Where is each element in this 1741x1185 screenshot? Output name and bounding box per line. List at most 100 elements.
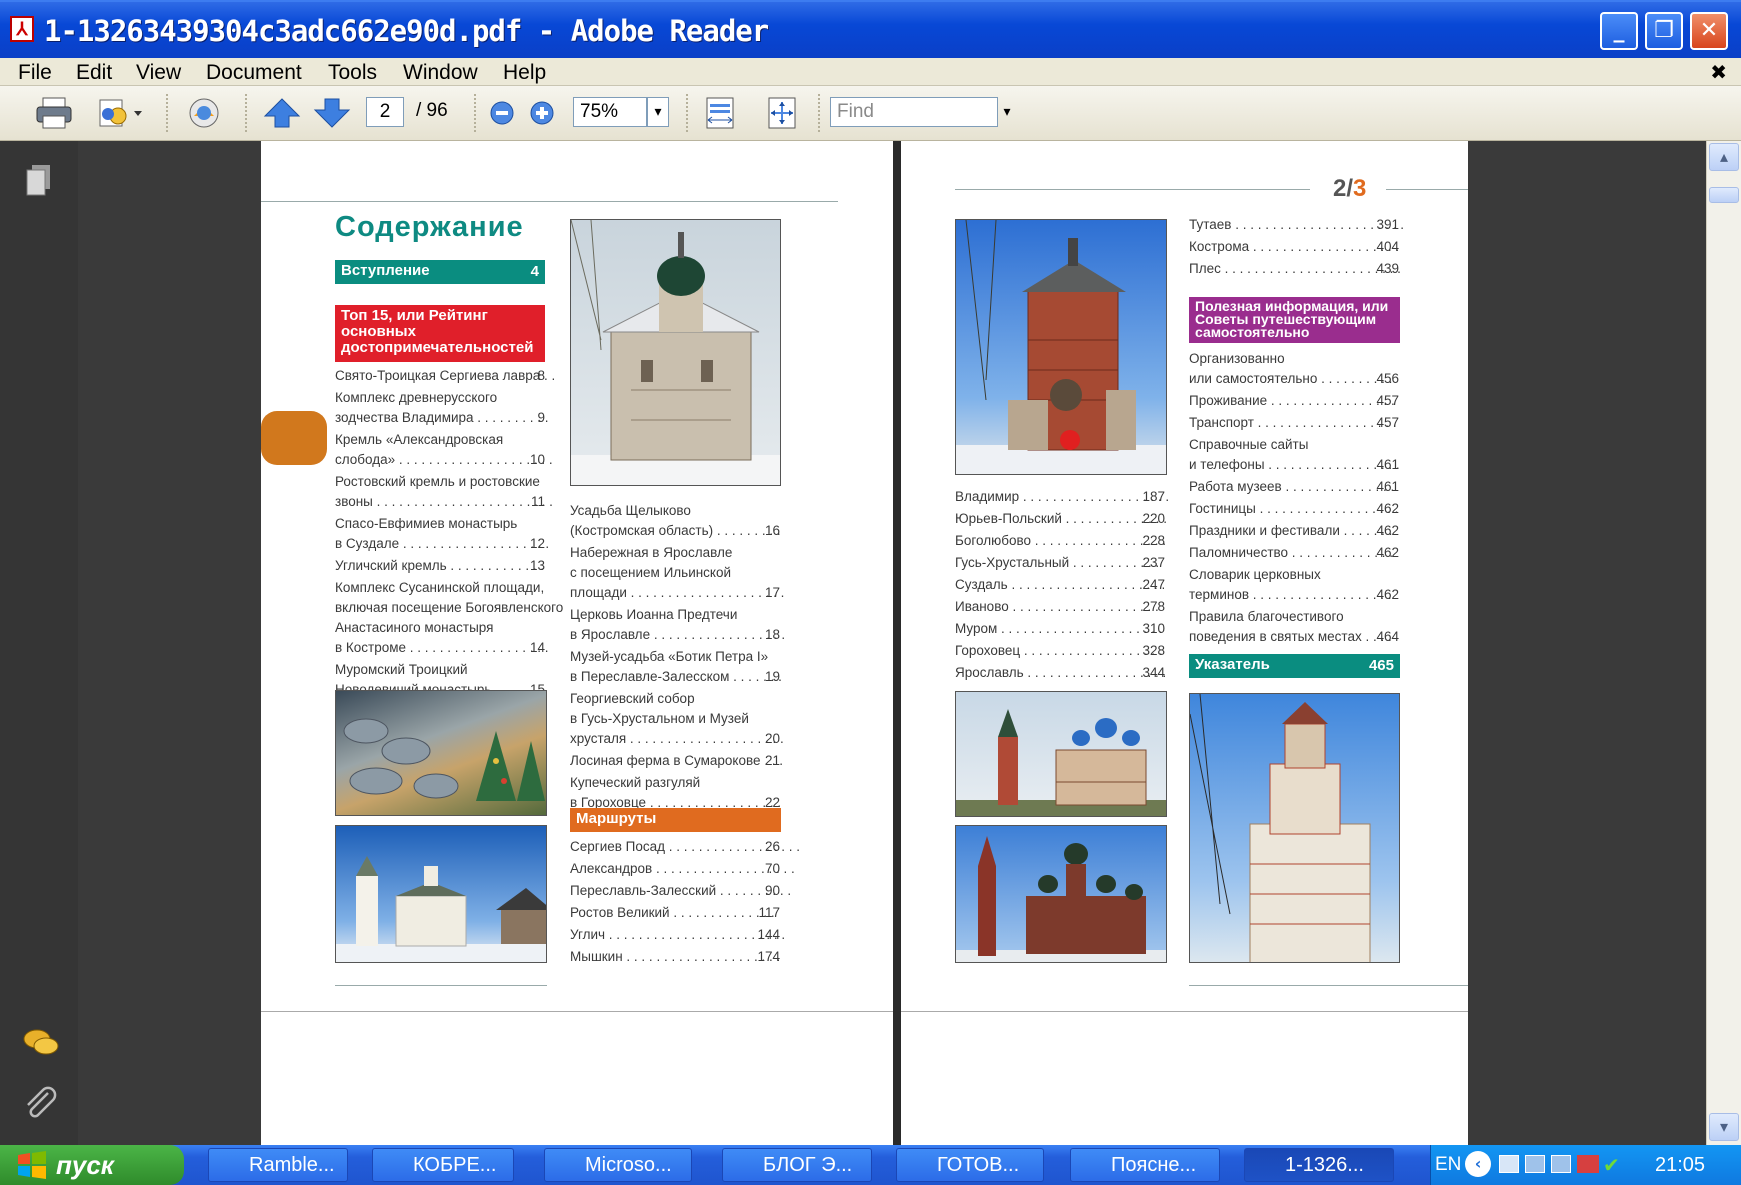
antivirus-icon[interactable] bbox=[1577, 1155, 1599, 1173]
toc-entry[interactable]: Гусь-Хрустальный . . . . . . . . . . . .… bbox=[955, 553, 1165, 573]
toc-entry[interactable]: Гостиницы . . . . . . . . . . . . . . . … bbox=[1189, 499, 1399, 519]
task-poyasne[interactable]: Поясне... bbox=[1070, 1148, 1220, 1182]
toc-entry[interactable]: Боголюбово . . . . . . . . . . . . . . .… bbox=[955, 531, 1166, 551]
toc-entry[interactable]: Спасо-Евфимиев монастырь в Суздале . . . … bbox=[335, 514, 549, 554]
scroll-down-icon[interactable]: ▾ bbox=[1709, 1113, 1739, 1141]
fit-width-icon[interactable] bbox=[702, 96, 738, 130]
toc-entry[interactable]: Паломничество . . . . . . . . . . . . . … bbox=[1189, 543, 1399, 563]
header-rule bbox=[955, 189, 1310, 190]
task-gotov[interactable]: ГОТОВ... bbox=[896, 1148, 1044, 1182]
zoom-level-input[interactable]: 75% bbox=[573, 97, 647, 127]
task-kobre[interactable]: КОБРЕ... bbox=[372, 1148, 514, 1182]
toc-entry[interactable]: Купеческий разгуляй в Гороховце . . . . .… bbox=[570, 773, 781, 813]
toc-entry[interactable]: Ростов Великий . . . . . . . . . . . . .… bbox=[570, 903, 780, 923]
toc-entry[interactable]: Кострома . . . . . . . . . . . . . . . .… bbox=[1189, 237, 1399, 257]
toc-entry[interactable]: Переславль-Залесский . . . . . . . . . .… bbox=[570, 881, 791, 901]
task-adobe-reader[interactable]: 1-1326... bbox=[1244, 1148, 1394, 1182]
close-button[interactable]: ✕ bbox=[1690, 12, 1728, 50]
print-icon[interactable] bbox=[34, 96, 74, 130]
scroll-up-icon[interactable]: ▴ bbox=[1709, 143, 1739, 171]
network-icon[interactable] bbox=[1499, 1155, 1519, 1173]
toc-entry[interactable]: Лосиная ферма в Сумарокове . . . 21 bbox=[570, 751, 783, 771]
toc-entry[interactable]: Юрьев-Польский . . . . . . . . . . . . .… bbox=[955, 509, 1167, 529]
zoom-dropdown-icon[interactable]: ▾ bbox=[647, 97, 669, 127]
menu-window[interactable]: Window bbox=[403, 61, 478, 85]
page-number-input[interactable]: 2 bbox=[366, 97, 404, 127]
scroll-thumb[interactable] bbox=[1709, 187, 1739, 203]
toc-entry[interactable]: Угличский кремль . . . . . . . . . . . .… bbox=[335, 556, 545, 576]
menu-help[interactable]: Help bbox=[503, 61, 546, 85]
toc-entry[interactable]: Усадьба Щелыково (Костромская область) . … bbox=[570, 501, 781, 541]
toolbar-separator bbox=[686, 94, 690, 132]
attachments-icon[interactable] bbox=[22, 1085, 58, 1121]
toc-entry[interactable]: Комплекс древнерусского зодчества Владими… bbox=[335, 388, 549, 428]
toc-entry[interactable]: Кремль «Александровская слобода» . . . . … bbox=[335, 430, 553, 470]
toc-entry[interactable]: Александров . . . . . . . . . . . . . . … bbox=[570, 859, 795, 879]
tray-expand-icon[interactable]: ‹ bbox=[1465, 1151, 1491, 1177]
toc-entry[interactable]: Тутаев . . . . . . . . . . . . . . . . .… bbox=[1189, 215, 1404, 235]
previous-page-icon[interactable] bbox=[262, 96, 302, 130]
fit-page-icon[interactable] bbox=[764, 96, 800, 130]
restore-button[interactable]: ❐ bbox=[1645, 12, 1683, 50]
toc-entry-text: и телефоны . . . . . . . . . . . . . . .… bbox=[1189, 457, 1400, 472]
language-indicator[interactable]: EN bbox=[1435, 1154, 1461, 1176]
toc-entry[interactable]: Сергиев Посад . . . . . . . . . . . . . … bbox=[570, 837, 800, 857]
toc-entry[interactable]: Плес . . . . . . . . . . . . . . . . . .… bbox=[1189, 259, 1401, 279]
toc-entry[interactable]: Музей-усадьба «Ботик Петра I» в Переславл… bbox=[570, 647, 782, 687]
comments-icon[interactable] bbox=[22, 1027, 60, 1059]
photo-souvenirs bbox=[335, 690, 547, 816]
toc-entry[interactable]: Муром . . . . . . . . . . . . . . . . . … bbox=[955, 619, 1165, 639]
find-input[interactable]: Find bbox=[830, 97, 998, 127]
next-page-icon[interactable] bbox=[312, 96, 352, 130]
toc-entry-text: в Переславле-Залесском . . . . . . . bbox=[570, 669, 782, 684]
toc-entry-text: Суздаль . . . . . . . . . . . . . . . . … bbox=[955, 577, 1166, 592]
toc-entry[interactable]: Работа музеев . . . . . . . . . . . . . … bbox=[1189, 477, 1399, 497]
toc-entry-text: площади . . . . . . . . . . . . . . . . … bbox=[570, 585, 785, 600]
vertical-scrollbar[interactable]: ▴ ▾ bbox=[1706, 141, 1741, 1145]
toc-entry[interactable]: Организованно или самостоятельно . . . . … bbox=[1189, 349, 1399, 389]
close-document-icon[interactable]: ✖ bbox=[1710, 60, 1727, 84]
toc-entry[interactable]: Проживание . . . . . . . . . . . . . . .… bbox=[1189, 391, 1399, 411]
zoom-out-icon[interactable] bbox=[488, 96, 516, 130]
header-rule-right bbox=[1386, 189, 1468, 190]
toc-entry[interactable]: Правила благочестивого поведения в святых… bbox=[1189, 607, 1399, 647]
toc-entry[interactable]: Церковь Иоанна Предтечи в Ярославле . . .… bbox=[570, 605, 785, 645]
task-rambler[interactable]: Ramble... bbox=[208, 1148, 348, 1182]
toc-entry-text: Транспорт . . . . . . . . . . . . . . . … bbox=[1189, 415, 1397, 430]
toc-entry[interactable]: Углич . . . . . . . . . . . . . . . . . … bbox=[570, 925, 785, 945]
task-blog[interactable]: БЛОГ Э... bbox=[722, 1148, 872, 1182]
toc-entry[interactable]: Владимир . . . . . . . . . . . . . . . .… bbox=[955, 487, 1169, 507]
find-document-icon[interactable] bbox=[94, 96, 146, 130]
toc-entry[interactable]: Свято-Троицкая Сергиева лавра . .8 bbox=[335, 366, 555, 386]
menu-document[interactable]: Document bbox=[206, 61, 302, 85]
toc-entry[interactable]: Справочные сайты и телефоны . . . . . . .… bbox=[1189, 435, 1400, 475]
toc-entry[interactable]: Словарик церковных терминов . . . . . . .… bbox=[1189, 565, 1399, 605]
toc-entry[interactable]: Комплекс Сусанинской площади, включая пос… bbox=[335, 578, 563, 658]
toc-entry-page: 237 bbox=[1142, 555, 1165, 570]
network-icon[interactable] bbox=[1551, 1155, 1571, 1173]
toc-entry[interactable]: Мышкин . . . . . . . . . . . . . . . . .… bbox=[570, 947, 780, 967]
task-microsoft[interactable]: Microso... bbox=[544, 1148, 692, 1182]
zoom-in-icon[interactable] bbox=[528, 96, 556, 130]
toc-entry[interactable]: Суздаль . . . . . . . . . . . . . . . . … bbox=[955, 575, 1165, 595]
section-index: Указатель 465 bbox=[1189, 654, 1400, 678]
toc-entry[interactable]: Иваново . . . . . . . . . . . . . . . . … bbox=[955, 597, 1165, 617]
checkmark-icon[interactable]: ✔ bbox=[1603, 1153, 1625, 1177]
pages-icon[interactable] bbox=[24, 163, 54, 197]
toc-entry[interactable]: Транспорт . . . . . . . . . . . . . . . … bbox=[1189, 413, 1399, 433]
menu-edit[interactable]: Edit bbox=[76, 61, 112, 85]
find-dropdown-icon[interactable]: ▾ bbox=[998, 97, 1016, 127]
share-icon[interactable] bbox=[182, 96, 226, 130]
network-icon[interactable] bbox=[1525, 1155, 1545, 1173]
toc-entry[interactable]: Набережная в Ярославле с посещением Ильин… bbox=[570, 543, 784, 603]
toc-entry[interactable]: Гороховец . . . . . . . . . . . . . . . … bbox=[955, 641, 1165, 661]
toc-entry[interactable]: Ярославль . . . . . . . . . . . . . . . … bbox=[955, 663, 1166, 683]
menu-file[interactable]: File bbox=[18, 61, 52, 85]
toc-entry[interactable]: Праздники и фестивали . . . . . . . 462 bbox=[1189, 521, 1399, 541]
minimize-button[interactable]: _ bbox=[1600, 12, 1638, 50]
menu-tools[interactable]: Tools bbox=[328, 61, 377, 85]
menu-view[interactable]: View bbox=[136, 61, 181, 85]
toc-entry[interactable]: Ростовский кремль и ростовские звоны . . … bbox=[335, 472, 553, 512]
toc-entry-text: в Гусь-Хрустальном и Музей bbox=[570, 711, 749, 726]
toc-entry[interactable]: Георгиевский собор в Гусь-Хрустальном и М… bbox=[570, 689, 784, 749]
